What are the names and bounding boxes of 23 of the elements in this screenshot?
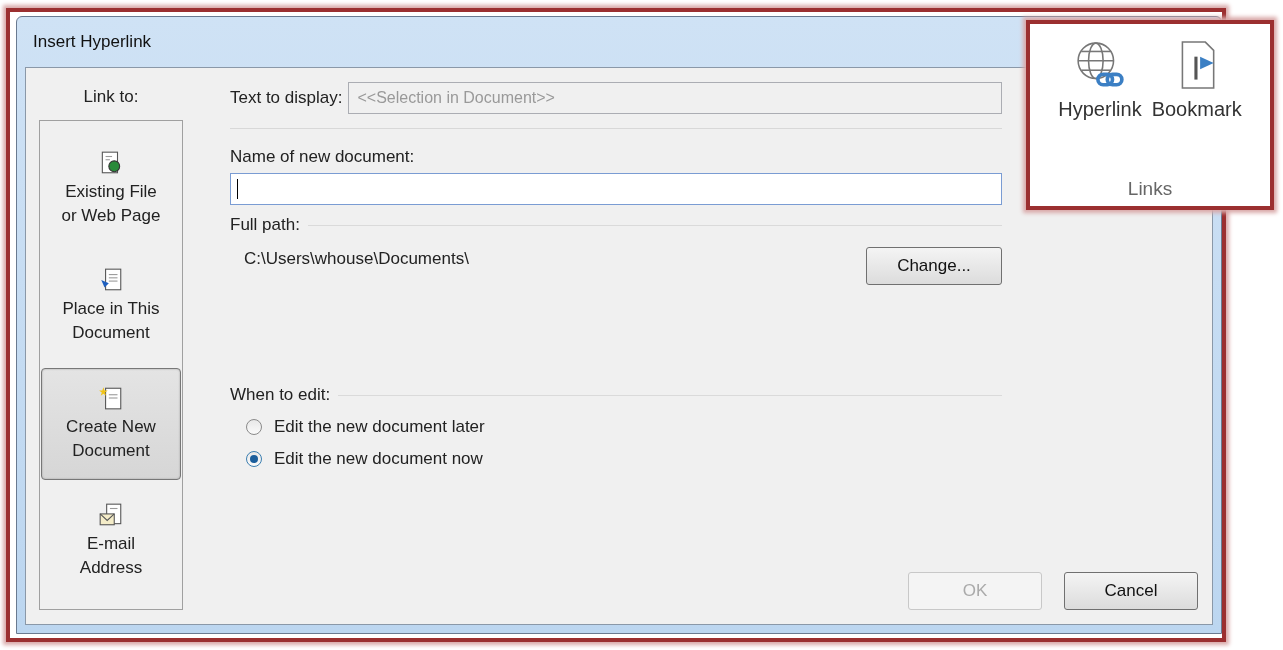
full-path-label: Full path: <box>230 215 300 235</box>
radio-button[interactable] <box>246 419 262 435</box>
window-title: Insert Hyperlink <box>33 32 152 52</box>
group-label: Links <box>1127 178 1173 200</box>
link-type-item[interactable]: E-mail Address <box>41 485 181 597</box>
radio-label[interactable]: Edit the new document now <box>274 449 483 469</box>
change-button[interactable]: Change... <box>866 247 1002 285</box>
text-to-display-label: Text to display: <box>230 88 343 108</box>
full-path-text: C:\Users\whouse\Documents\ <box>244 249 469 269</box>
ribbon-button[interactable]: Hyperlink <box>1058 38 1142 121</box>
radio-button[interactable] <box>246 451 262 467</box>
new-document-label: Name of new document: <box>230 147 416 167</box>
new-document-icon <box>98 384 124 411</box>
link-type-item[interactable]: Existing File or Web Page <box>41 133 181 245</box>
link-type-item[interactable]: Place in This Document <box>41 250 181 362</box>
ribbon-button[interactable]: Bookmark <box>1151 38 1242 121</box>
radio-label[interactable]: Edit the new document later <box>274 417 485 437</box>
dialog-button[interactable]: Cancel <box>1064 572 1198 610</box>
link-to-label: Link to: <box>83 86 139 108</box>
new-document-field[interactable] <box>230 173 1002 205</box>
text-cursor <box>237 179 238 199</box>
when-to-edit-label: When to edit: <box>230 385 331 405</box>
link-type-item[interactable]: Create New Document <box>41 368 181 480</box>
